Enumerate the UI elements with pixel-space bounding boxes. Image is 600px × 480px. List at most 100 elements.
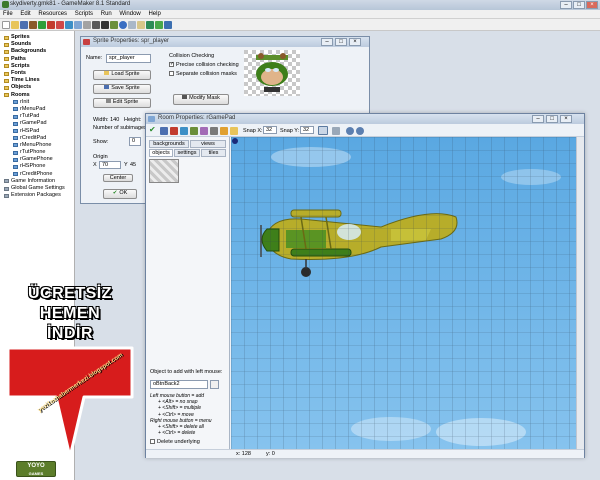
add-room-icon[interactable] — [128, 21, 136, 29]
origin-y-value[interactable]: 45 — [130, 162, 136, 168]
separate-masks-checkbox[interactable]: Separate collision masks — [169, 71, 237, 77]
clear-icon[interactable] — [170, 127, 178, 135]
save-icon[interactable] — [20, 21, 28, 29]
menu-scripts[interactable]: Scripts — [72, 10, 96, 18]
add-font-icon[interactable] — [101, 21, 109, 29]
extension-icon[interactable] — [155, 21, 163, 29]
precise-collision-checkbox[interactable]: ✓ Precise collision checking — [169, 62, 239, 68]
delete-underlying-checkbox[interactable]: Delete underlying — [150, 439, 200, 445]
room-grid-view[interactable] — [231, 137, 576, 449]
sprite-minimize-button[interactable]: – — [321, 38, 333, 46]
separate-checkbox-box[interactable] — [169, 71, 174, 77]
snap-x-input[interactable]: 32 — [263, 126, 277, 134]
add-path-icon[interactable] — [83, 21, 91, 29]
create-exe-icon[interactable] — [29, 21, 37, 29]
object-select-input[interactable]: oBtnBack2 — [150, 380, 208, 389]
download-arrow-icon[interactable] — [2, 345, 138, 460]
modify-mask-button[interactable]: Modify Mask — [173, 94, 229, 105]
undo-icon[interactable] — [160, 127, 168, 135]
tree-item[interactable]: Sounds — [2, 41, 72, 48]
room-close-button[interactable]: × — [560, 115, 572, 123]
tree-item[interactable]: Extension Packages — [2, 192, 72, 199]
tab-backgrounds[interactable]: backgrounds — [149, 140, 189, 148]
tree-item[interactable]: Time Lines — [2, 77, 72, 84]
menu-window[interactable]: Window — [116, 10, 143, 18]
object-menu-icon[interactable] — [210, 380, 219, 389]
tree-item[interactable]: rHSPhone — [2, 163, 72, 170]
tree-item[interactable]: Fonts — [2, 70, 72, 77]
precise-checkbox-box[interactable]: ✓ — [169, 62, 174, 68]
sprite-maximize-button[interactable]: □ — [335, 38, 347, 46]
add-object-icon[interactable] — [119, 21, 127, 29]
ok-button[interactable]: ✔ OK — [103, 189, 137, 199]
add-sprite-icon[interactable] — [56, 21, 64, 29]
tree-item[interactable]: rMenuPad — [2, 106, 72, 113]
flag-icon[interactable] — [230, 127, 238, 135]
lock-icon[interactable] — [200, 127, 208, 135]
tab-tiles[interactable]: tiles — [201, 149, 226, 157]
tree-item[interactable]: rGamePad — [2, 120, 72, 127]
room-maximize-button[interactable]: □ — [546, 115, 558, 123]
menu-file[interactable]: File — [0, 10, 16, 18]
sprite-name-input[interactable]: spr_player — [106, 54, 151, 63]
tree-item[interactable]: Paths — [2, 56, 72, 63]
save-sprite-button[interactable]: Save Sprite — [93, 84, 151, 94]
hand-icon[interactable] — [220, 127, 228, 135]
add-timeline-icon[interactable] — [110, 21, 118, 29]
tab-views[interactable]: views — [190, 140, 226, 148]
object-preview-thumbnail[interactable] — [149, 159, 179, 183]
add-script-icon[interactable] — [92, 21, 100, 29]
load-sprite-button[interactable]: Load Sprite — [93, 70, 151, 80]
menu-help[interactable]: Help — [145, 10, 163, 18]
room-minimize-button[interactable]: – — [532, 115, 544, 123]
tab-objects[interactable]: objects — [149, 149, 173, 157]
tab-settings[interactable]: settings — [174, 149, 200, 157]
help-icon[interactable] — [164, 21, 172, 29]
tree-item[interactable]: Global Game Settings — [2, 185, 72, 192]
menu-resources[interactable]: Resources — [35, 10, 70, 18]
origin-x-input[interactable]: 70 — [99, 161, 121, 169]
tree-item[interactable]: Objects — [2, 84, 72, 91]
sort-icon[interactable] — [190, 127, 198, 135]
menu-edit[interactable]: Edit — [17, 10, 33, 18]
tree-item[interactable]: Backgrounds — [2, 48, 72, 55]
tree-item[interactable]: rTutPad — [2, 113, 72, 120]
debug-icon[interactable] — [47, 21, 55, 29]
tree-item[interactable]: Rooms — [2, 92, 72, 99]
room-vertical-scrollbar[interactable] — [576, 137, 584, 449]
tree-item[interactable]: rCreditPhone — [2, 171, 72, 178]
tree-item[interactable]: rInit — [2, 99, 72, 106]
tree-item[interactable]: rTutPhone — [2, 149, 72, 156]
run-icon[interactable] — [38, 21, 46, 29]
add-background-icon[interactable] — [74, 21, 82, 29]
tree-item[interactable]: rHSPad — [2, 127, 72, 134]
new-icon[interactable] — [2, 21, 10, 29]
tree-item[interactable]: rGamePhone — [2, 156, 72, 163]
grid-toggle-icon[interactable] — [318, 126, 328, 135]
edit-sprite-button[interactable]: Edit Sprite — [93, 98, 151, 108]
game-info-icon[interactable] — [137, 21, 145, 29]
room-canvas[interactable] — [231, 137, 576, 449]
tree-item[interactable]: rMenuPhone — [2, 142, 72, 149]
close-button[interactable]: × — [586, 1, 598, 9]
show-options-icon[interactable] — [332, 127, 340, 135]
zoom-out-icon[interactable] — [346, 127, 354, 135]
sprite-close-button[interactable]: × — [349, 38, 361, 46]
zoom-in-icon[interactable] — [356, 127, 364, 135]
minimize-button[interactable]: – — [560, 1, 572, 9]
global-settings-icon[interactable] — [146, 21, 154, 29]
confirm-icon[interactable]: ✔ — [149, 126, 156, 134]
open-icon[interactable] — [11, 21, 19, 29]
maximize-button[interactable]: □ — [573, 1, 585, 9]
snap-y-input[interactable]: 32 — [300, 126, 314, 134]
tree-item[interactable]: Scripts — [2, 63, 72, 70]
delete-underlying-box[interactable] — [150, 439, 155, 445]
show-index-input[interactable]: 0 — [129, 137, 141, 146]
tree-item[interactable]: rCreditPad — [2, 135, 72, 142]
tree-item[interactable]: Game Information — [2, 178, 72, 185]
add-sound-icon[interactable] — [65, 21, 73, 29]
center-button[interactable]: Center — [103, 174, 133, 182]
menu-run[interactable]: Run — [98, 10, 115, 18]
tree-item[interactable]: Sprites — [2, 34, 72, 41]
shift-icon[interactable] — [180, 127, 188, 135]
